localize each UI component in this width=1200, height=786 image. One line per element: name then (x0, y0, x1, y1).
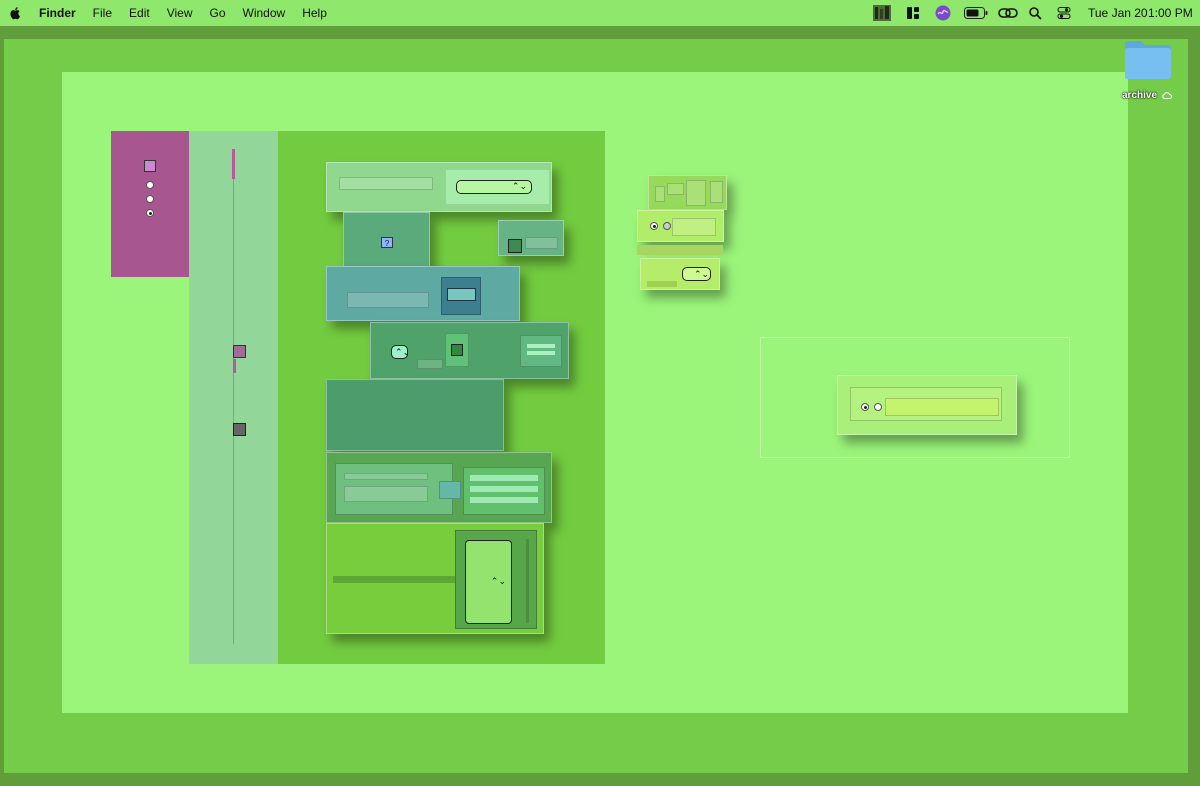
mini-window-select: ⌃⌄ (640, 258, 720, 290)
menubar-date[interactable]: Tue Jan 20 (1088, 6, 1148, 20)
sidebar-marker (232, 149, 235, 179)
popup-select[interactable]: ⌃⌄ (456, 180, 532, 194)
siri-icon[interactable] (935, 5, 951, 21)
slider-marker (233, 359, 236, 373)
app-thumbnail-icon[interactable] (872, 4, 892, 22)
select-container: ⌃⌄ (445, 169, 550, 205)
teal-text-field[interactable] (347, 292, 429, 308)
menu-view[interactable]: View (167, 6, 193, 20)
cloud-icon (1162, 92, 1172, 99)
radio-option-1[interactable] (146, 181, 154, 189)
list-row[interactable] (527, 351, 555, 355)
checkbox[interactable] (144, 160, 156, 172)
help-icon[interactable]: ? (381, 237, 393, 248)
mini-field[interactable] (655, 186, 665, 202)
mini-preview (686, 180, 706, 206)
radio-unselected[interactable] (874, 403, 882, 411)
folder-label: archive (1122, 90, 1158, 101)
teal-preview-field[interactable] (447, 288, 476, 301)
link-icon[interactable] (998, 6, 1018, 20)
form-window (326, 452, 552, 523)
radio-option-2[interactable] (146, 195, 154, 203)
square-button[interactable] (508, 239, 522, 253)
control-center-icon[interactable] (1057, 6, 1071, 20)
layout-icon[interactable] (906, 6, 920, 20)
mini-list[interactable] (710, 181, 723, 203)
divider-bar (333, 576, 457, 583)
search-icon[interactable] (1029, 6, 1042, 20)
slider-thumb-lower[interactable] (233, 423, 246, 436)
chevron-updown-icon: ⌃⌄ (395, 347, 411, 357)
table-row[interactable] (470, 497, 538, 503)
menu-bar: Finder File Edit View Go Window Help Tue… (0, 0, 1200, 26)
table-row[interactable] (470, 486, 538, 492)
scroll-track[interactable] (526, 539, 529, 623)
mini-window-radio (637, 210, 724, 242)
mini-popup-select[interactable]: ⌃⌄ (682, 267, 711, 281)
magenta-panel (111, 131, 189, 277)
menu-edit[interactable]: Edit (129, 6, 150, 20)
list-box (520, 335, 562, 367)
blank-window (326, 379, 504, 451)
toggle-box (445, 333, 469, 367)
menu-file[interactable]: File (93, 6, 112, 20)
table-row[interactable] (470, 475, 538, 481)
dropdown-list[interactable]: ⌃⌄ (465, 540, 512, 624)
folder-archive[interactable]: archive (1118, 38, 1180, 106)
battery-icon[interactable] (964, 7, 988, 19)
form-field-1[interactable] (344, 473, 428, 480)
chevron-updown-icon: ⌃⌄ (490, 576, 506, 586)
toggle-button[interactable] (451, 344, 463, 356)
radio-field[interactable] (672, 218, 716, 236)
apple-icon[interactable] (9, 6, 22, 20)
stepper-field[interactable] (525, 237, 558, 249)
form-table (463, 467, 545, 515)
mini-select[interactable]: ⌃⌄ (391, 345, 411, 359)
form-spacer (439, 481, 461, 499)
radio-window (837, 375, 1017, 435)
menu-window[interactable]: Window (243, 6, 286, 20)
list-row[interactable] (527, 344, 555, 348)
radio-option-3-selected[interactable] (146, 209, 154, 217)
dropdown-container: ⌃⌄ (455, 530, 537, 629)
radio-selected[interactable] (650, 222, 658, 230)
sidebar-strip (189, 131, 278, 664)
menubar-time[interactable]: 1:00 PM (1148, 6, 1193, 20)
radio-group-panel (850, 387, 1002, 421)
toolbar-window: ⌃⌄ (326, 162, 552, 212)
teal-preview-box (441, 277, 481, 315)
small-field[interactable] (417, 359, 443, 369)
chevron-updown-icon: ⌃⌄ (511, 181, 527, 191)
controls-window: ⌃⌄ (370, 322, 569, 379)
slider-thumb-upper[interactable] (233, 345, 246, 358)
radio-unselected[interactable] (663, 222, 671, 230)
sidebar-track (233, 179, 234, 644)
folder-icon (1125, 41, 1171, 79)
menu-app-name[interactable]: Finder (39, 6, 76, 20)
mini-bar (637, 245, 723, 255)
radio-selected[interactable] (861, 403, 869, 411)
mini-field[interactable] (667, 183, 684, 195)
stepper-window (498, 220, 564, 256)
mini-divider (647, 281, 677, 287)
menu-help[interactable]: Help (302, 6, 327, 20)
text-field[interactable] (339, 177, 433, 190)
chevron-updown-icon: ⌃⌄ (694, 269, 710, 279)
dropdown-window: ⌃⌄ (326, 523, 544, 634)
form-field-2[interactable] (344, 486, 428, 502)
form-panel (335, 463, 453, 515)
menu-go[interactable]: Go (210, 6, 226, 20)
mini-window-1 (648, 175, 727, 210)
radio-text-field[interactable] (885, 398, 999, 416)
teal-window (326, 266, 520, 321)
